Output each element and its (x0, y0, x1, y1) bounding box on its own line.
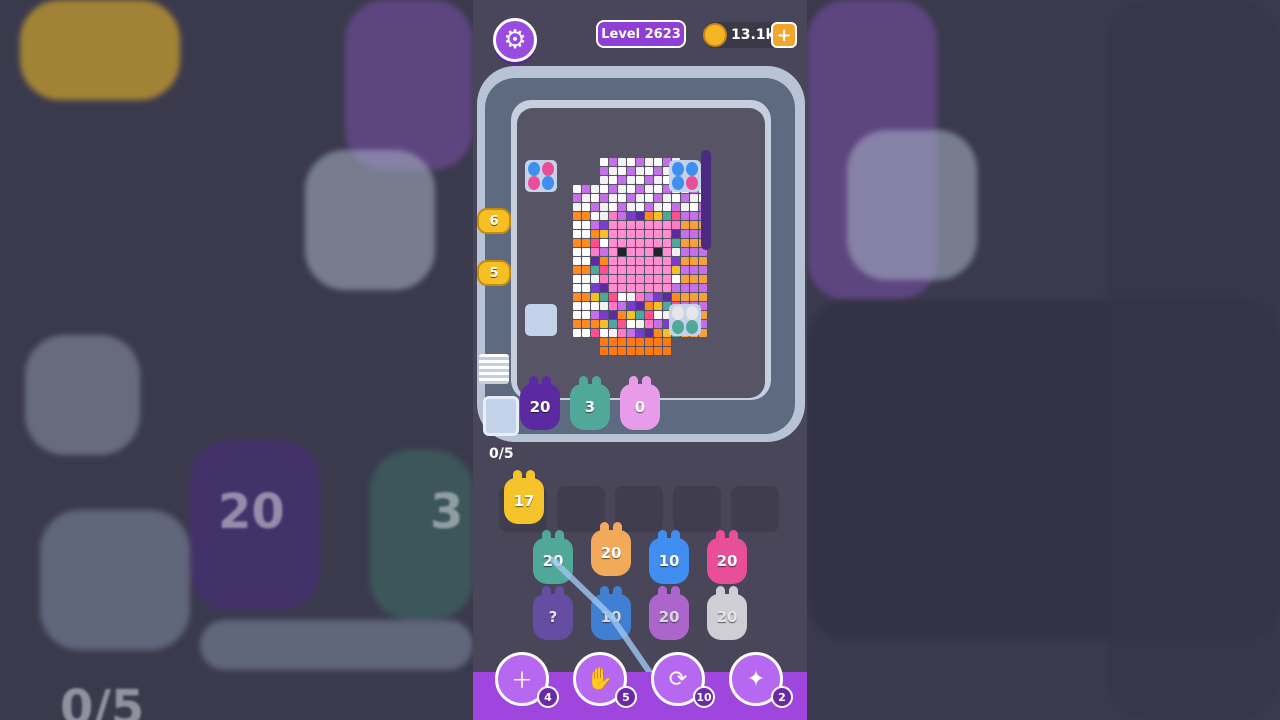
shuffle-icon: ⟳ (668, 666, 688, 692)
game-viewport: ⚙ Level 2623 13.1k + 6 5 20 3 0 0/5 17 2… (473, 0, 807, 720)
hand-icon: ✋ (586, 666, 614, 692)
tool-count: 10 (693, 686, 715, 708)
background-counter-label: 0/5 (60, 680, 145, 720)
background-right (807, 0, 1280, 720)
tool-count: 5 (615, 686, 637, 708)
background-bunny-label: 20 (218, 484, 285, 540)
magic-bunny-icon: ✦ (746, 666, 766, 692)
add-card-icon: ＋ (510, 669, 533, 694)
background-bunny-label-2: 3 (430, 484, 464, 540)
background-left: 20 3 0/5 (0, 0, 473, 720)
connection-lines (550, 557, 658, 683)
tool-count: 2 (771, 686, 793, 708)
tool-count: 4 (537, 686, 559, 708)
